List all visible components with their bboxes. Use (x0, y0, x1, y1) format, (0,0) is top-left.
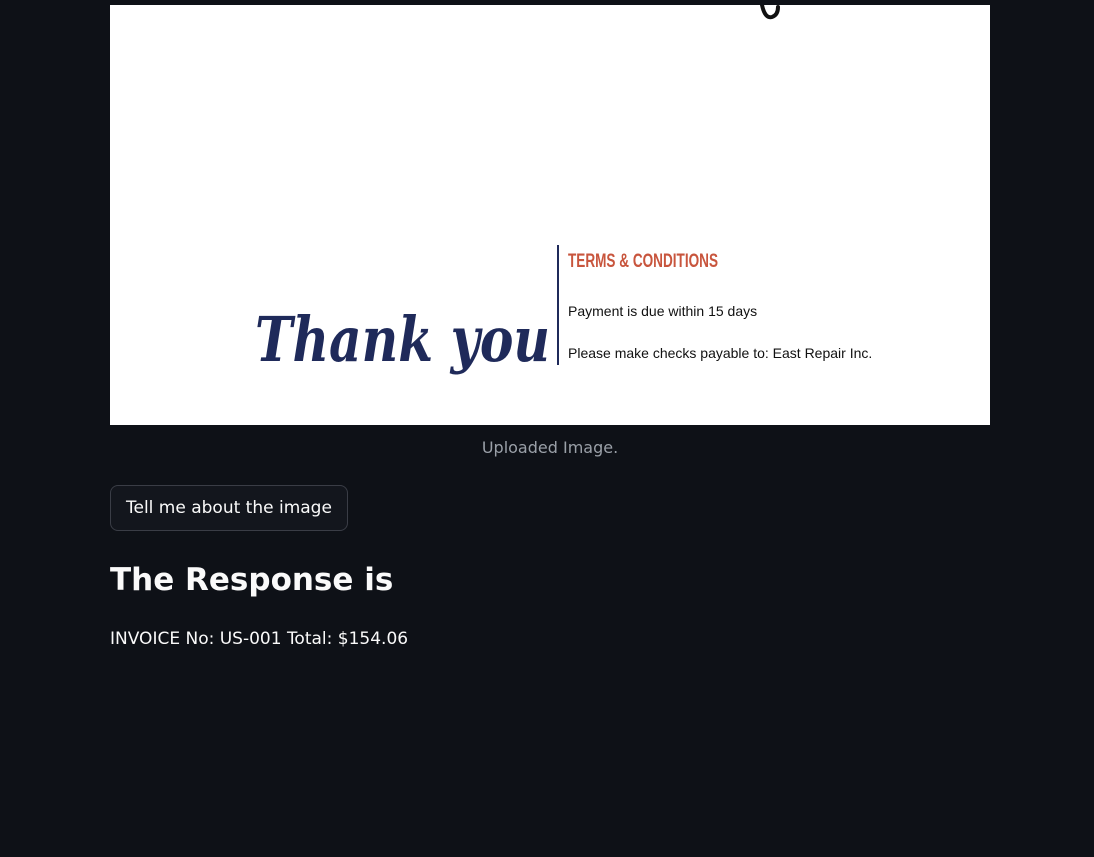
uploaded-invoice-image: Thank you TERMS & CONDITIONS Payment is … (110, 5, 990, 425)
app-page: Thank you TERMS & CONDITIONS Payment is … (0, 0, 1094, 857)
signature-mark (760, 5, 780, 20)
terms-line-1: Payment is due within 15 days (568, 303, 757, 319)
terms-heading: TERMS & CONDITIONS (568, 251, 718, 272)
tell-me-about-image-button[interactable]: Tell me about the image (110, 485, 348, 531)
response-text: INVOICE No: US-001 Total: $154.06 (110, 629, 409, 649)
thank-you-text: Thank you (255, 303, 550, 376)
terms-line-2: Please make checks payable to: East Repa… (568, 345, 872, 361)
response-heading: The Response is (110, 562, 394, 598)
image-caption: Uploaded Image. (481, 438, 619, 457)
